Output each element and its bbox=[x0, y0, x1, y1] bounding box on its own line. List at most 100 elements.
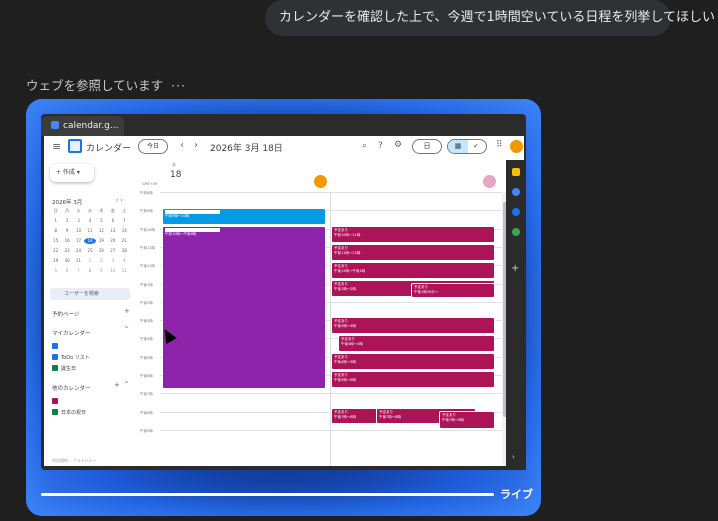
mini-day[interactable]: 8 bbox=[50, 228, 61, 234]
mini-day[interactable]: 13 bbox=[107, 228, 118, 234]
mini-day[interactable]: 2 bbox=[96, 258, 107, 264]
people-search-input[interactable]: ユーザーを検索 bbox=[50, 288, 130, 300]
event-time: 午後4時～5時 bbox=[341, 342, 363, 346]
calendar-event[interactable]: 午前9時～10時 bbox=[162, 208, 326, 225]
my-calendar-checkbox-2[interactable] bbox=[52, 354, 58, 360]
browsing-status: ウェブを参照しています ··· bbox=[26, 75, 186, 94]
other-calendars-heading[interactable]: 他のカレンダー bbox=[52, 384, 91, 392]
mini-day[interactable]: 20 bbox=[107, 238, 118, 244]
view-toggle[interactable]: ▦ ✓ bbox=[447, 139, 487, 154]
chevron-up-icon[interactable]: ^ bbox=[124, 381, 129, 388]
mini-day[interactable]: 26 bbox=[96, 248, 107, 254]
chevron-right-icon[interactable]: › bbox=[512, 453, 515, 461]
add-addon-icon[interactable]: + bbox=[511, 263, 519, 274]
mini-day[interactable]: 5 bbox=[96, 218, 107, 224]
mini-day[interactable]: 9 bbox=[61, 228, 72, 234]
mini-day[interactable]: 25 bbox=[84, 248, 95, 254]
prev-day-icon[interactable]: ‹ bbox=[180, 140, 184, 151]
mini-day[interactable]: 31 bbox=[73, 258, 84, 264]
event-title: 予定あり bbox=[334, 373, 348, 377]
mini-day[interactable]: 17 bbox=[73, 238, 84, 244]
browser-tab[interactable]: calendar.g... bbox=[41, 116, 124, 136]
footer-links[interactable]: 利用規約 – プライバシー bbox=[52, 458, 96, 464]
contacts-icon[interactable] bbox=[512, 208, 520, 216]
mini-day[interactable]: 16 bbox=[61, 238, 72, 244]
mini-day[interactable]: 22 bbox=[50, 248, 61, 254]
calendar-event[interactable]: 予定あり 午前10時～11時 bbox=[331, 226, 495, 243]
mini-day[interactable]: 6 bbox=[107, 218, 118, 224]
mini-day[interactable]: 8 bbox=[84, 268, 95, 274]
day-number[interactable]: 18 bbox=[170, 170, 181, 180]
mini-day[interactable]: 11 bbox=[119, 268, 130, 274]
mini-day[interactable]: 10 bbox=[73, 228, 84, 234]
mini-day[interactable]: 10 bbox=[107, 268, 118, 274]
mini-day[interactable]: 1 bbox=[84, 258, 95, 264]
settings-gear-icon[interactable]: ⚙ bbox=[394, 140, 402, 150]
mini-day[interactable]: 4 bbox=[119, 258, 130, 264]
mini-day[interactable]: 1 bbox=[50, 218, 61, 224]
mini-day[interactable]: 12 bbox=[96, 228, 107, 234]
help-icon[interactable]: ? bbox=[378, 141, 383, 151]
mini-day[interactable]: 7 bbox=[119, 218, 130, 224]
my-calendar-checkbox-3[interactable] bbox=[52, 365, 58, 371]
more-icon[interactable]: ··· bbox=[171, 78, 186, 93]
calendar-event[interactable]: 予定あり 午前11時～12時 bbox=[331, 244, 495, 261]
my-calendar-checkbox-1[interactable] bbox=[52, 343, 58, 349]
calendar-event[interactable]: 予定あり 午後12時～午後1時 bbox=[331, 262, 495, 279]
other-calendar-checkbox-1[interactable] bbox=[52, 398, 58, 404]
attendee-avatar-1[interactable] bbox=[314, 175, 327, 188]
search-icon[interactable]: ⌕ bbox=[362, 141, 367, 151]
hour-label: 午後12時 bbox=[140, 264, 155, 269]
tasks-view-icon[interactable]: ✓ bbox=[466, 140, 486, 153]
mini-day[interactable]: 14 bbox=[119, 228, 130, 234]
mini-day[interactable]: 18 bbox=[84, 238, 96, 244]
event-title: 予定あり bbox=[334, 264, 348, 268]
keep-icon[interactable] bbox=[512, 168, 520, 176]
mini-day[interactable]: 11 bbox=[84, 228, 95, 234]
view-selector-button[interactable]: 日 bbox=[412, 139, 442, 154]
account-avatar[interactable] bbox=[510, 140, 523, 153]
calendar-event[interactable]: 予定あり 午後5時～6時 bbox=[331, 371, 495, 388]
event-time: 午後7時～8時 bbox=[442, 418, 464, 422]
event-title: 予定あり bbox=[334, 410, 348, 414]
mini-day[interactable]: 4 bbox=[84, 218, 95, 224]
mini-day[interactable]: 2 bbox=[61, 218, 72, 224]
mini-day[interactable]: 27 bbox=[107, 248, 118, 254]
chevron-up-icon[interactable]: ^ bbox=[124, 326, 129, 333]
time-grid[interactable]: 午前8時 午前9時 午前10時 午前11時 午後12時 午後1時 午後2時 午後3時 午後4時午… bbox=[138, 191, 502, 466]
calendar-event[interactable]: 予定あり 午後4時～5時 bbox=[338, 335, 495, 352]
attendee-avatar-2[interactable] bbox=[483, 175, 496, 188]
calendar-event[interactable]: 予定あり 午後3時～4時 bbox=[331, 317, 495, 334]
mini-day[interactable]: 28 bbox=[119, 248, 130, 254]
mini-day[interactable]: 19 bbox=[96, 238, 107, 244]
mini-day[interactable]: 6 bbox=[61, 268, 72, 274]
other-calendar-checkbox-2[interactable] bbox=[52, 409, 58, 415]
mini-day[interactable]: 23 bbox=[61, 248, 72, 254]
calendar-event[interactable]: 予定あり 午後7時～8時 bbox=[439, 411, 495, 429]
calendar-event[interactable]: 予定あり 午後1時30分～ bbox=[411, 283, 495, 298]
maps-icon[interactable] bbox=[512, 228, 520, 236]
add-other-calendar-icon[interactable]: + bbox=[114, 381, 120, 389]
mini-calendar-nav[interactable]: ‹ › bbox=[116, 197, 123, 204]
create-button[interactable]: + 作成 ▾ bbox=[50, 164, 94, 182]
my-calendars-heading[interactable]: マイカレンダー bbox=[52, 329, 91, 337]
mini-day[interactable]: 3 bbox=[73, 218, 84, 224]
mini-day[interactable]: 15 bbox=[50, 238, 61, 244]
mini-day[interactable]: 9 bbox=[96, 268, 107, 274]
mini-day[interactable]: 7 bbox=[73, 268, 84, 274]
mini-day[interactable]: 30 bbox=[61, 258, 72, 264]
apps-grid-icon[interactable]: ⠿ bbox=[496, 140, 503, 150]
calendar-event[interactable]: 午前10時～午後6時 bbox=[162, 226, 326, 389]
mini-day[interactable]: 21 bbox=[119, 238, 130, 244]
mini-day[interactable]: 5 bbox=[50, 268, 61, 274]
mini-day[interactable]: 3 bbox=[107, 258, 118, 264]
tasks-icon[interactable] bbox=[512, 188, 520, 196]
mini-day[interactable]: 24 bbox=[73, 248, 84, 254]
calendar-view-icon[interactable]: ▦ bbox=[448, 140, 468, 153]
calendar-event[interactable]: 予定あり 午後4時～5時 bbox=[331, 353, 495, 370]
today-button[interactable]: 今日 bbox=[138, 139, 168, 154]
next-day-icon[interactable]: › bbox=[194, 140, 198, 151]
main-menu-icon[interactable]: ≡ bbox=[52, 140, 61, 153]
add-booking-page-icon[interactable]: + bbox=[124, 307, 130, 315]
mini-day[interactable]: 29 bbox=[50, 258, 61, 264]
